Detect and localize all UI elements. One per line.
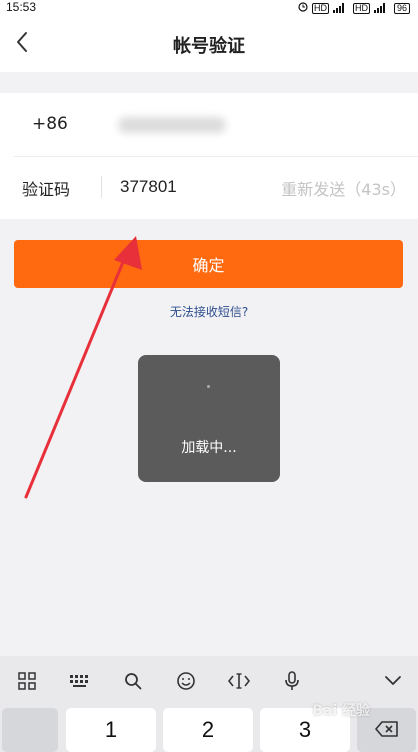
- keyboard-toolbar: [0, 656, 418, 706]
- hd-icon-2: HD: [352, 2, 370, 14]
- search-icon[interactable]: [106, 656, 159, 706]
- signal-icon: [332, 3, 349, 13]
- signal-icon-2: [373, 3, 390, 13]
- loading-toast: 加载中...: [138, 355, 280, 482]
- microphone-icon[interactable]: [265, 656, 318, 706]
- status-icons: HD HD 96: [298, 1, 410, 15]
- backspace-icon: [374, 717, 399, 743]
- code-separator: [101, 176, 102, 198]
- confirm-button[interactable]: 确定: [14, 240, 403, 288]
- battery-icon: 96: [393, 2, 410, 14]
- keyboard-icon[interactable]: [53, 656, 106, 706]
- phone-number-blurred: [118, 117, 226, 133]
- hd-icon: HD: [311, 2, 329, 14]
- resend-button[interactable]: 重新发送（43s）: [281, 176, 406, 200]
- code-row: 验证码 重新发送（43s）: [0, 156, 418, 219]
- watermark: Bai 经验: [312, 703, 370, 719]
- keyboard-key-2[interactable]: 2: [163, 708, 253, 752]
- verification-code-input[interactable]: [120, 172, 270, 202]
- status-time: 15:53: [6, 0, 37, 14]
- verification-form: +86 验证码 重新发送（43s）: [0, 93, 418, 219]
- loading-spinner-icon: [207, 385, 210, 388]
- status-bar: 15:53 HD HD 96: [0, 0, 418, 16]
- keyboard-key-1[interactable]: 1: [66, 708, 156, 752]
- collapse-icon[interactable]: [368, 656, 418, 706]
- alarm-icon: [298, 1, 308, 15]
- cursor-icon[interactable]: [212, 656, 265, 706]
- grid-icon[interactable]: [0, 656, 53, 706]
- phone-row: +86: [0, 93, 418, 156]
- loading-text: 加载中...: [181, 440, 237, 456]
- nav-bar: 帐号验证: [0, 16, 418, 72]
- country-code[interactable]: +86: [32, 114, 68, 134]
- emoji-icon[interactable]: [159, 656, 212, 706]
- keyboard-key-left[interactable]: [2, 708, 58, 752]
- code-label: 验证码: [22, 180, 71, 199]
- cant-receive-sms-link[interactable]: 无法接收短信?: [0, 303, 418, 320]
- page-title: 帐号验证: [173, 36, 245, 57]
